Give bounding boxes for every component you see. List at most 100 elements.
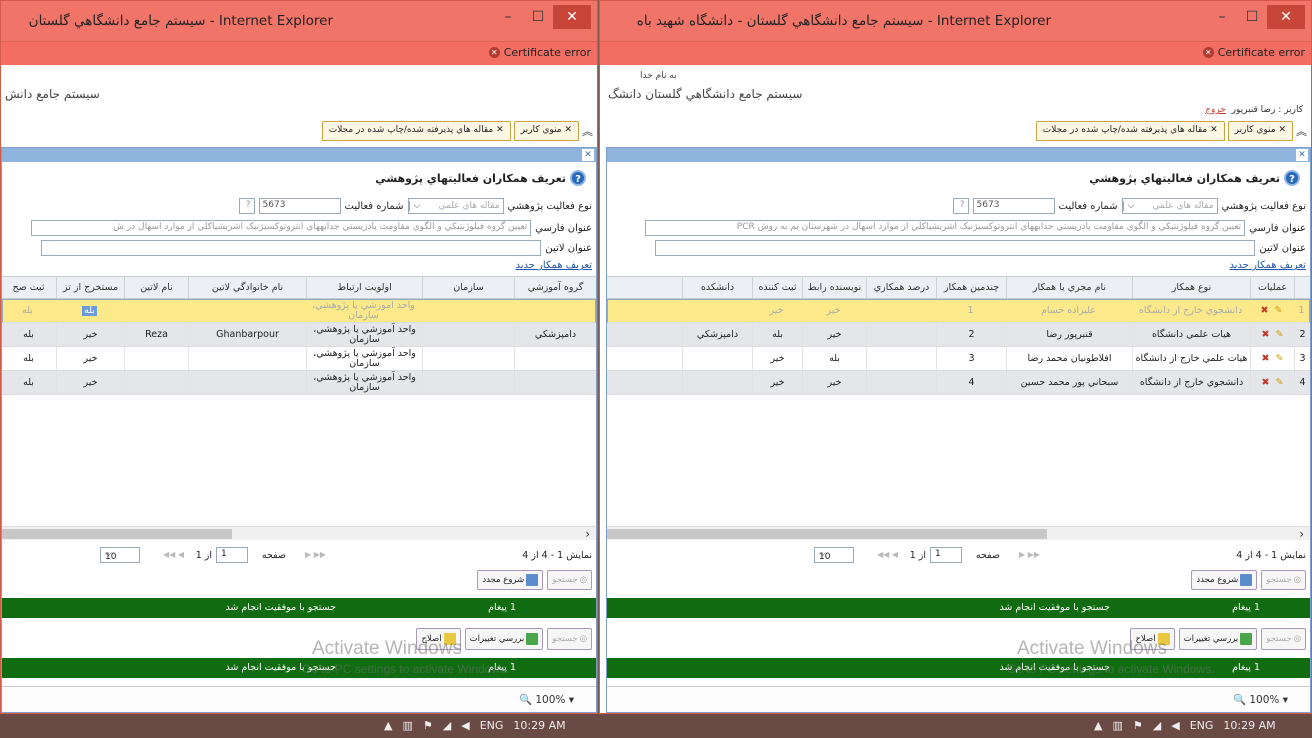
page-size-select[interactable]: 10 ⌵ — [100, 547, 140, 563]
table-header: عمليات نوع همکار نام مجري يا همکار چندمي… — [607, 277, 1310, 299]
edit-pencil-icon[interactable]: ✎ — [1276, 377, 1284, 388]
review-changes-button[interactable]: بررسي تغييرات — [464, 628, 544, 650]
search-button[interactable]: ◎ جستجو — [547, 570, 592, 590]
certificate-error[interactable]: ✕ Certificate error — [488, 46, 591, 59]
pager-next-icon[interactable]: ▶▶ ▶ — [305, 550, 326, 559]
activity-number-field[interactable]: 5673 — [258, 198, 341, 214]
activity-type-select[interactable]: مقاله هاي علمي ⌵ — [407, 198, 504, 214]
latin-title-field[interactable] — [655, 240, 1256, 256]
activation-watermark-sub: Go to PC settings to activate Windows. — [1007, 662, 1215, 676]
check-icon — [1240, 633, 1253, 645]
close-button[interactable]: ✕ — [553, 5, 591, 29]
flag-icon[interactable]: ⚑ — [423, 719, 433, 732]
pager-prev-icon[interactable]: ◀ ◀◀ — [877, 550, 898, 559]
activity-type-select[interactable]: مقاله هاي علمي ⌵ — [1121, 198, 1218, 214]
horizontal-scrollbar[interactable]: › — [607, 526, 1310, 541]
collapse-chevron-icon[interactable]: ︽ — [582, 121, 593, 141]
delete-icon[interactable]: ✖ — [1262, 353, 1270, 364]
scroll-thumb[interactable] — [607, 529, 1047, 539]
delete-icon[interactable]: ✖ — [1262, 377, 1270, 388]
persian-title-field[interactable]: تعيين گروه فيلوژنتيکي و الگوي مقاومت پاد… — [31, 220, 532, 236]
tray-up-icon[interactable]: ▲ — [384, 719, 392, 732]
signal-icon[interactable]: ◢ — [443, 719, 451, 732]
lookup-button[interactable]: ? — [238, 198, 255, 214]
table-row[interactable]: 3 ✎ ✖ هيات علمي خارج از دانشگاه افلاطوني… — [607, 347, 1310, 371]
volume-icon[interactable]: ◀ — [461, 719, 469, 732]
activation-watermark: Activate Windows — [312, 638, 462, 659]
page-input[interactable]: 1 — [930, 547, 962, 563]
activation-watermark: Activate Windows — [1017, 638, 1167, 659]
table-row[interactable]: 1 ✎ ✖ دانشجوي خارج از دانشگاه عليزاده حس… — [607, 299, 1310, 323]
tab-user-menu[interactable]: ✕ منوي کاربر — [513, 121, 579, 141]
logout-link[interactable]: خروج — [1205, 105, 1226, 115]
edit-pencil-icon[interactable]: ✎ — [1276, 353, 1284, 364]
table-row[interactable]: 4 ✎ ✖ دانشجوي خارج از دانشگاه سبحاني پور… — [607, 371, 1310, 395]
title-bar: سيستم جامع دانشگاهي گلستان - دانشگاه شهي… — [600, 1, 1311, 41]
table-row[interactable]: واحد آموزشي يا پژوهشي، سازمان خير بله — [2, 347, 596, 371]
search-button[interactable]: ◎ جستجو — [547, 628, 592, 650]
pager-next-icon[interactable]: ▶▶ ▶ — [1019, 550, 1040, 559]
volume-icon[interactable]: ◀ — [1171, 719, 1179, 732]
table-row[interactable]: دامپزشکي واحد آموزشي يا پژوهشي، سازمان G… — [2, 323, 596, 347]
help-icon[interactable]: ? — [570, 170, 586, 186]
tab-articles[interactable]: ✕ مقاله هاي پذيرفته شده/چاپ شده در مجلات — [321, 121, 511, 141]
scroll-thumb[interactable] — [2, 529, 232, 539]
edit-pencil-icon[interactable]: ✎ — [1276, 329, 1284, 340]
grid-toolbar: ◎ جستجو شروع مجدد — [1191, 570, 1306, 590]
tab-articles[interactable]: ✕ مقاله هاي پذيرفته شده/چاپ شده در مجلات — [1035, 121, 1225, 141]
new-coworker-link[interactable]: تعريف همکار جديد — [1229, 260, 1306, 271]
scroll-right-icon[interactable]: › — [585, 527, 590, 541]
edit-pencil-icon[interactable]: ✎ — [1275, 306, 1283, 316]
zoom-control[interactable]: 🔍 100% ▾ — [519, 693, 574, 706]
persian-title-field[interactable]: تعيين گروه فيلوژنتيکي و الگوي مقاومت پاد… — [645, 220, 1246, 236]
maximize-button[interactable]: ☐ — [523, 5, 553, 29]
close-button[interactable]: ✕ — [1267, 5, 1305, 29]
pager-prev-icon[interactable]: ◀ ◀◀ — [163, 550, 184, 559]
page-size-select[interactable]: 10 ⌵ — [814, 547, 854, 563]
zoom-control[interactable]: 🔍 100% ▾ — [1233, 693, 1288, 706]
maximize-button[interactable]: ☐ — [1237, 5, 1267, 29]
minimize-button[interactable]: – — [1207, 5, 1237, 29]
activity-row: نوع فعاليت پژوهشي مقاله هاي علمي ⌵ شماره … — [952, 198, 1306, 214]
tab-user-menu[interactable]: ✕ منوي کاربر — [1227, 121, 1293, 141]
network-icon[interactable]: ▥ — [402, 719, 412, 732]
binoculars-icon: ◎ — [579, 634, 587, 644]
search-button[interactable]: ◎ جستجو — [1261, 628, 1306, 650]
search-button[interactable]: ◎ جستجو — [1261, 570, 1306, 590]
check-icon — [526, 633, 539, 645]
certificate-error[interactable]: ✕ Certificate error — [1202, 46, 1305, 59]
new-coworker-link[interactable]: تعريف همکار جديد — [515, 260, 592, 271]
signal-icon[interactable]: ◢ — [1153, 719, 1161, 732]
taskbar: ▲ ▥ ⚑ ◢ ◀ ENG 10:29 AM ▲ ▥ ⚑ ◢ ◀ ENG 10:… — [0, 714, 1312, 738]
message-bar: 1 پيغام جستجو با موفقيت انجام شد — [607, 598, 1310, 618]
page-input[interactable]: 1 — [216, 547, 248, 563]
review-changes-button[interactable]: بررسي تغييرات — [1178, 628, 1258, 650]
delete-icon[interactable]: ✖ — [1262, 329, 1270, 340]
latin-title-field[interactable] — [41, 240, 542, 256]
system-name: سيستم جامع دانشگاهي گلستان دانشگ — [608, 87, 803, 101]
dialog-close-icon[interactable]: ✕ — [582, 149, 594, 161]
lookup-button[interactable]: ? — [952, 198, 969, 214]
help-icon[interactable]: ? — [1284, 170, 1300, 186]
activity-number-field[interactable]: 5673 — [972, 198, 1055, 214]
chevron-down-icon: ⌵ — [408, 201, 425, 211]
minimize-button[interactable]: – — [493, 5, 523, 29]
refresh-button[interactable]: شروع مجدد — [1191, 570, 1258, 590]
system-tray-left: ▲ ▥ ⚑ ◢ ◀ ENG 10:29 AM — [384, 719, 566, 732]
selected-cell[interactable]: بله — [82, 306, 97, 316]
message-bar: 1 پيغام جستجو با موفقيت انجام شد — [2, 598, 596, 618]
table-row[interactable]: 2 ✎ ✖ هيات علمي دانشگاه قنبرپور رضا 2 خي… — [607, 323, 1310, 347]
table-row[interactable]: واحد آموزشي يا پژوهشي، سازمان بله بله — [2, 299, 596, 323]
scroll-right-icon[interactable]: › — [1299, 527, 1304, 541]
delete-icon[interactable]: ✖ — [1261, 306, 1269, 316]
flag-icon[interactable]: ⚑ — [1133, 719, 1143, 732]
right-browser-window: سيستم جامع دانشگاهي گلستان - دانشگاه شهي… — [599, 0, 1312, 714]
title-bar: سيستم جامع دانشگاهي گلستان - Internet Ex… — [1, 1, 597, 41]
network-icon[interactable]: ▥ — [1112, 719, 1122, 732]
tray-up-icon[interactable]: ▲ — [1094, 719, 1102, 732]
dialog-close-icon[interactable]: ✕ — [1296, 149, 1308, 161]
refresh-button[interactable]: شروع مجدد — [477, 570, 544, 590]
horizontal-scrollbar[interactable]: › — [2, 526, 596, 541]
table-row[interactable]: واحد آموزشي يا پژوهشي، سازمان خير بله — [2, 371, 596, 395]
collapse-chevron-icon[interactable]: ︽ — [1296, 121, 1307, 141]
